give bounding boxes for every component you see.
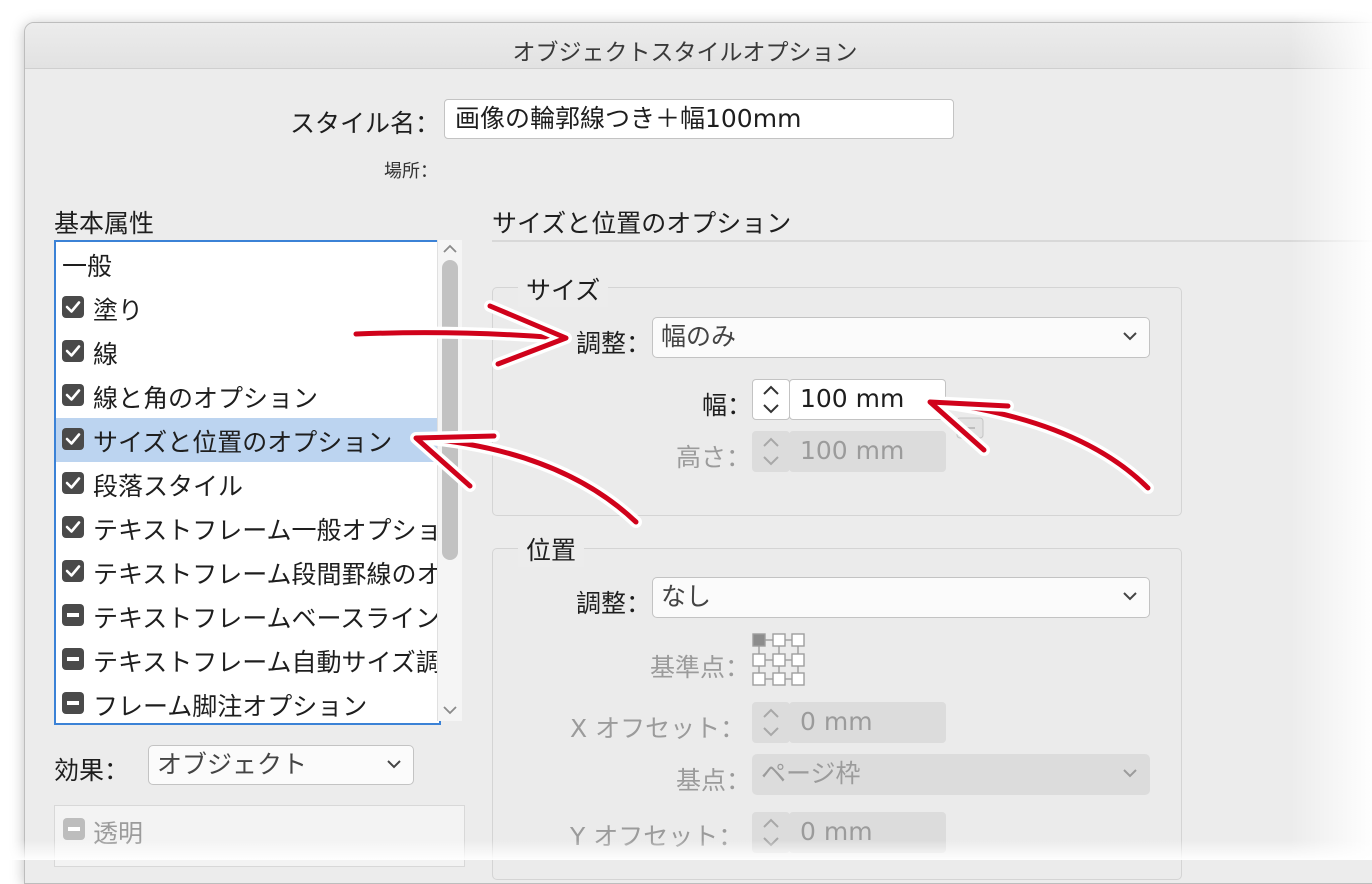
annotation-arrows (350, 300, 1154, 528)
